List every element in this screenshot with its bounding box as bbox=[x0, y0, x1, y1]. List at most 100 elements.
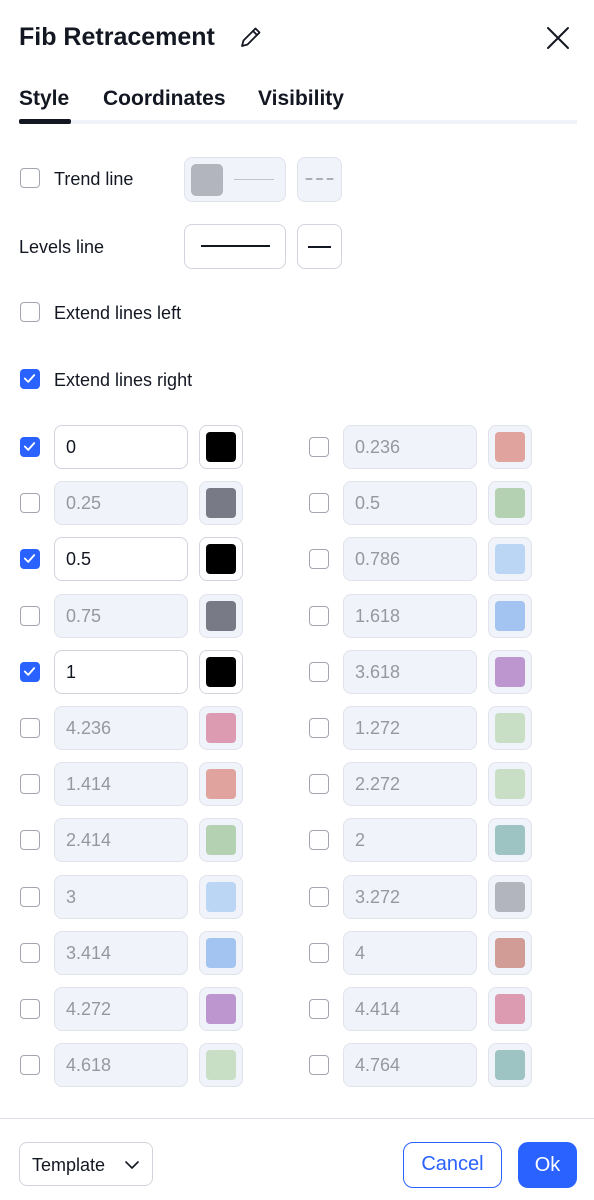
level-right-8-color-button[interactable] bbox=[488, 875, 532, 919]
level-right-9-checkbox[interactable] bbox=[309, 943, 329, 963]
level-right-11-checkbox[interactable] bbox=[309, 1055, 329, 1075]
level-right-9-value-input[interactable] bbox=[343, 931, 477, 975]
cancel-button[interactable]: Cancel bbox=[403, 1142, 502, 1188]
level-right-9-color-button[interactable] bbox=[488, 931, 532, 975]
level-left-8-value-input[interactable] bbox=[54, 875, 188, 919]
level-right-10-value-input[interactable] bbox=[343, 987, 477, 1031]
level-left-0-color-button[interactable] bbox=[199, 425, 243, 469]
level-left-0-checkbox[interactable] bbox=[20, 437, 40, 457]
level-right-4-checkbox[interactable] bbox=[309, 662, 329, 682]
level-left-11-value-input[interactable] bbox=[54, 1043, 188, 1087]
level-left-2-checkbox[interactable] bbox=[20, 549, 40, 569]
level-right-2-checkbox[interactable] bbox=[309, 549, 329, 569]
level-left-11-color-button[interactable] bbox=[199, 1043, 243, 1087]
trend-line-dash-button[interactable] bbox=[297, 157, 342, 202]
levels-line-label: Levels line bbox=[19, 237, 105, 257]
level-left-10-value-input[interactable] bbox=[54, 987, 188, 1031]
level-right-11-color-button[interactable] bbox=[488, 1043, 532, 1087]
solid-line-icon bbox=[201, 245, 270, 247]
level-right-1-color-button[interactable] bbox=[488, 481, 532, 525]
level-right-3-color-button[interactable] bbox=[488, 594, 532, 638]
level-left-1-checkbox[interactable] bbox=[20, 493, 40, 513]
level-right-0-color-button[interactable] bbox=[488, 425, 532, 469]
levels-line-width-button[interactable] bbox=[184, 224, 286, 269]
level-right-6-checkbox[interactable] bbox=[309, 774, 329, 794]
color-swatch bbox=[495, 713, 525, 743]
level-left-2-value-input[interactable] bbox=[54, 537, 188, 581]
template-label: Template bbox=[32, 1155, 106, 1175]
level-right-5-color-button[interactable] bbox=[488, 706, 532, 750]
level-left-5-color-button[interactable] bbox=[199, 706, 243, 750]
level-left-4-color-button[interactable] bbox=[199, 650, 243, 694]
level-right-8-value-input[interactable] bbox=[343, 875, 477, 919]
level-right-10-checkbox[interactable] bbox=[309, 999, 329, 1019]
level-right-3-checkbox[interactable] bbox=[309, 606, 329, 626]
level-right-4-value-input[interactable] bbox=[343, 650, 477, 694]
color-swatch bbox=[206, 657, 236, 687]
level-right-7-value-input[interactable] bbox=[343, 818, 477, 862]
level-left-7-value-input[interactable] bbox=[54, 818, 188, 862]
ok-button[interactable]: Ok bbox=[518, 1142, 577, 1188]
tab-visibility[interactable]: Visibility bbox=[258, 84, 344, 114]
level-left-4-checkbox[interactable] bbox=[20, 662, 40, 682]
tab-coordinates[interactable]: Coordinates bbox=[103, 84, 226, 114]
extend-right-checkbox[interactable] bbox=[20, 369, 40, 389]
level-left-9-color-button[interactable] bbox=[199, 931, 243, 975]
color-swatch bbox=[495, 488, 525, 518]
level-left-2-color-button[interactable] bbox=[199, 537, 243, 581]
level-left-5-value-input[interactable] bbox=[54, 706, 188, 750]
level-left-5-checkbox[interactable] bbox=[20, 718, 40, 738]
solid-style-icon bbox=[308, 246, 331, 248]
color-swatch bbox=[206, 713, 236, 743]
level-left-0-value-input[interactable] bbox=[54, 425, 188, 469]
level-right-8-checkbox[interactable] bbox=[309, 887, 329, 907]
level-left-9-value-input[interactable] bbox=[54, 931, 188, 975]
level-right-1-checkbox[interactable] bbox=[309, 493, 329, 513]
level-right-6-value-input[interactable] bbox=[343, 762, 477, 806]
level-right-6-color-button[interactable] bbox=[488, 762, 532, 806]
level-left-7-checkbox[interactable] bbox=[20, 830, 40, 850]
level-right-2-value-input[interactable] bbox=[343, 537, 477, 581]
trend-line-style-button[interactable] bbox=[184, 157, 286, 202]
level-right-10-color-button[interactable] bbox=[488, 987, 532, 1031]
color-swatch bbox=[495, 601, 525, 631]
level-left-3-checkbox[interactable] bbox=[20, 606, 40, 626]
close-icon[interactable] bbox=[544, 24, 572, 52]
color-swatch bbox=[495, 825, 525, 855]
level-left-10-color-button[interactable] bbox=[199, 987, 243, 1031]
color-swatch bbox=[206, 825, 236, 855]
level-right-5-checkbox[interactable] bbox=[309, 718, 329, 738]
extend-left-checkbox[interactable] bbox=[20, 302, 40, 322]
level-left-6-checkbox[interactable] bbox=[20, 774, 40, 794]
level-right-3-value-input[interactable] bbox=[343, 594, 477, 638]
level-left-6-color-button[interactable] bbox=[199, 762, 243, 806]
level-right-5-value-input[interactable] bbox=[343, 706, 477, 750]
level-left-3-color-button[interactable] bbox=[199, 594, 243, 638]
level-right-1-value-input[interactable] bbox=[343, 481, 477, 525]
level-right-7-checkbox[interactable] bbox=[309, 830, 329, 850]
tab-style[interactable]: Style bbox=[19, 84, 69, 114]
level-right-0-checkbox[interactable] bbox=[309, 437, 329, 457]
levels-line-style-button[interactable] bbox=[297, 224, 342, 269]
pencil-icon[interactable] bbox=[238, 24, 264, 50]
level-left-7-color-button[interactable] bbox=[199, 818, 243, 862]
footer-divider bbox=[0, 1118, 594, 1119]
level-right-2-color-button[interactable] bbox=[488, 537, 532, 581]
level-left-11-checkbox[interactable] bbox=[20, 1055, 40, 1075]
template-dropdown[interactable]: Template bbox=[19, 1142, 153, 1186]
level-left-6-value-input[interactable] bbox=[54, 762, 188, 806]
level-left-1-color-button[interactable] bbox=[199, 481, 243, 525]
level-right-4-color-button[interactable] bbox=[488, 650, 532, 694]
level-left-8-checkbox[interactable] bbox=[20, 887, 40, 907]
level-right-0-value-input[interactable] bbox=[343, 425, 477, 469]
trend-line-checkbox[interactable] bbox=[20, 168, 40, 188]
level-left-10-checkbox[interactable] bbox=[20, 999, 40, 1019]
level-left-1-value-input[interactable] bbox=[54, 481, 188, 525]
level-left-9-checkbox[interactable] bbox=[20, 943, 40, 963]
level-right-11-value-input[interactable] bbox=[343, 1043, 477, 1087]
level-right-7-color-button[interactable] bbox=[488, 818, 532, 862]
level-left-4-value-input[interactable] bbox=[54, 650, 188, 694]
tab-track bbox=[19, 120, 577, 124]
level-left-3-value-input[interactable] bbox=[54, 594, 188, 638]
level-left-8-color-button[interactable] bbox=[199, 875, 243, 919]
